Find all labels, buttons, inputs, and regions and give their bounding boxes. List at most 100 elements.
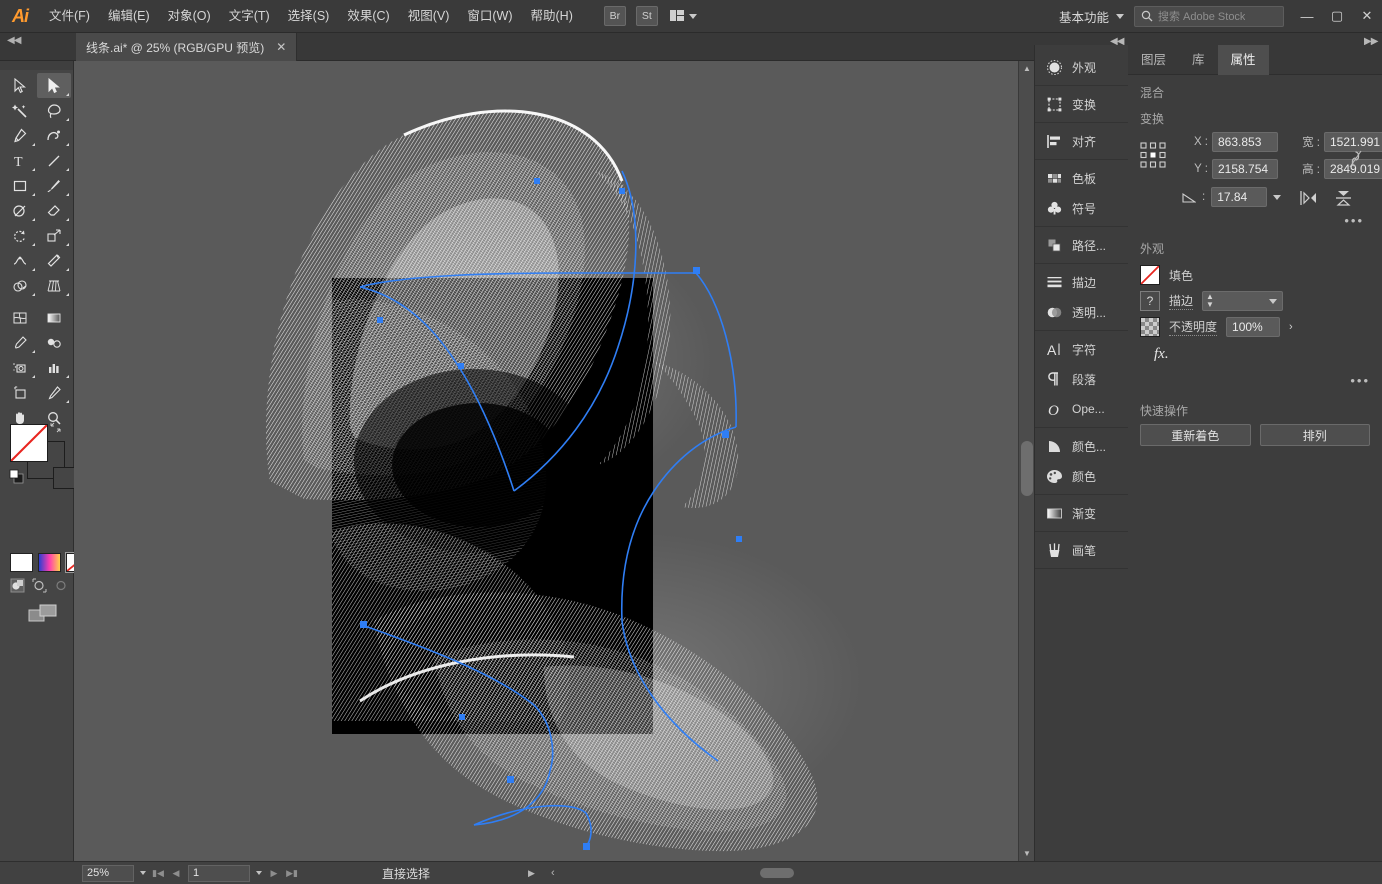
rectangle-tool[interactable] (3, 173, 37, 198)
stepper-icon[interactable]: ▲ ▼ (1203, 293, 1217, 309)
eraser-tool[interactable] (37, 198, 71, 223)
scroll-down-icon[interactable]: ▼ (1019, 846, 1035, 861)
status-play-icon[interactable]: ▶ (528, 868, 535, 879)
stroke-weight-group[interactable]: ▲ ▼ (1202, 291, 1284, 311)
dock-item-pathfinder[interactable]: 路径... (1035, 230, 1128, 260)
type-tool[interactable]: T (3, 148, 37, 173)
opacity-label[interactable]: 不透明度 (1169, 318, 1218, 336)
menu-help[interactable]: 帮助(H) (522, 0, 582, 33)
menu-edit[interactable]: 编辑(E) (99, 0, 159, 33)
scroll-up-icon[interactable]: ▲ (1019, 61, 1035, 76)
arrange-documents-button[interactable] (669, 10, 697, 22)
default-fill-stroke-icon[interactable] (9, 469, 25, 485)
shape-builder-tool[interactable] (3, 273, 37, 298)
dock-item-symbols[interactable]: 符号 (1035, 193, 1128, 223)
transform-more-options[interactable]: ••• (1344, 213, 1364, 228)
first-artboard-button[interactable]: ▮◀ (152, 868, 164, 879)
opacity-more-icon[interactable]: › (1289, 321, 1293, 333)
column-graph-tool[interactable] (37, 355, 71, 380)
menu-file[interactable]: 文件(F) (40, 0, 99, 33)
canvas-vertical-scrollbar[interactable]: ▲ ▼ (1018, 61, 1034, 861)
slice-tool[interactable] (37, 380, 71, 405)
arrange-button[interactable]: 排列 (1259, 424, 1370, 446)
blend-tool[interactable] (37, 330, 71, 355)
menu-select[interactable]: 选择(S) (279, 0, 339, 33)
menu-view[interactable]: 视图(V) (399, 0, 459, 33)
paintbrush-tool[interactable] (37, 173, 71, 198)
swap-fill-stroke-icon[interactable] (50, 422, 61, 433)
dock-item-appearance[interactable]: 外观 (1035, 52, 1128, 82)
gradient-swatch-button[interactable] (38, 553, 61, 572)
dock-item-transform[interactable]: 变换 (1035, 89, 1128, 119)
menu-effect[interactable]: 效果(C) (338, 0, 398, 33)
dock-item-color-guide[interactable]: 颜色... (1035, 431, 1128, 461)
gradient-tool[interactable] (37, 305, 71, 330)
appearance-more-options[interactable]: ••• (1350, 373, 1370, 388)
y-input[interactable]: 2158.754 (1212, 159, 1278, 179)
dock-item-character[interactable]: A 字符 (1035, 334, 1128, 364)
zoom-level-select[interactable]: 25% (82, 864, 134, 882)
reference-point-selector[interactable] (1140, 142, 1166, 168)
search-input[interactable]: 搜索 Adobe Stock (1134, 5, 1284, 27)
dock-item-stroke[interactable]: 描边 (1035, 267, 1128, 297)
status-prev-icon[interactable]: ‹ (551, 867, 555, 879)
left-panel-collapse-icon[interactable]: ◀◀ (7, 35, 21, 46)
maximize-button[interactable]: ▢ (1322, 0, 1352, 33)
chevron-down-icon[interactable] (1273, 194, 1282, 200)
line-segment-tool[interactable] (37, 148, 71, 173)
dock-item-color[interactable]: 颜色 (1035, 461, 1128, 491)
eyedropper-tool[interactable] (3, 330, 37, 355)
flip-vertical-icon[interactable] (1335, 190, 1352, 206)
opacity-input[interactable]: 100% (1226, 317, 1281, 337)
tab-libraries[interactable]: 库 (1179, 45, 1218, 75)
free-transform-tool[interactable] (37, 248, 71, 273)
draw-inside-icon[interactable] (54, 578, 69, 593)
scale-tool[interactable] (37, 223, 71, 248)
dock-item-transparency[interactable]: 透明... (1035, 297, 1128, 327)
dock-item-swatches[interactable]: 色板 (1035, 163, 1128, 193)
dock-item-paragraph[interactable]: 段落 (1035, 364, 1128, 394)
close-button[interactable]: ✕ (1352, 0, 1382, 33)
stock-button[interactable]: St (635, 6, 658, 26)
direct-selection-tool[interactable] (37, 73, 71, 98)
lasso-tool[interactable] (37, 98, 71, 123)
previous-artboard-button[interactable]: ◀ (170, 868, 182, 879)
angle-input[interactable]: 17.84 (1211, 187, 1268, 207)
menu-object[interactable]: 对象(O) (159, 0, 220, 33)
dock-item-opentype[interactable]: O Ope... (1035, 394, 1128, 424)
stroke-swatch[interactable]: ? (1140, 291, 1160, 311)
pen-tool[interactable] (3, 123, 37, 148)
recolor-button[interactable]: 重新着色 (1140, 424, 1251, 446)
dock-item-gradient[interactable]: 渐变 (1035, 498, 1128, 528)
artboard-number-select[interactable]: 1 (188, 864, 250, 882)
document-tab[interactable]: 线条.ai* @ 25% (RGB/GPU 预览) ✕ (76, 33, 298, 61)
tools-panel-drag-handle[interactable] (0, 61, 73, 70)
curvature-tool[interactable] (37, 123, 71, 148)
vertical-scroll-thumb[interactable] (1021, 441, 1033, 496)
chevron-down-icon[interactable] (256, 871, 262, 875)
fx-button[interactable]: fx. (1140, 340, 1370, 363)
minimize-button[interactable]: — (1292, 0, 1322, 33)
dock-item-align[interactable]: 对齐 (1035, 126, 1128, 156)
menu-window[interactable]: 窗口(W) (458, 0, 521, 33)
width-tool[interactable] (3, 248, 37, 273)
artwork-blend-line-art[interactable] (74, 61, 1034, 861)
artboard-tool[interactable] (3, 380, 37, 405)
next-artboard-button[interactable]: ▶ (268, 868, 280, 879)
constrain-proportions-icon[interactable] (1349, 149, 1362, 169)
shaper-tool[interactable] (3, 198, 37, 223)
tab-layers[interactable]: 图层 (1128, 45, 1179, 75)
magic-wand-tool[interactable] (3, 98, 37, 123)
color-swatch-button[interactable] (10, 553, 33, 572)
draw-behind-icon[interactable] (32, 578, 47, 593)
tab-properties[interactable]: 属性 (1217, 45, 1269, 75)
dock-item-brushes[interactable]: 画笔 (1035, 535, 1128, 565)
rotate-tool[interactable] (3, 223, 37, 248)
x-input[interactable]: 863.853 (1212, 132, 1278, 152)
stroke-label[interactable]: 描边 (1169, 292, 1194, 310)
workspace-switcher[interactable]: 基本功能 (1049, 7, 1134, 26)
document-canvas[interactable] (74, 61, 1034, 861)
mesh-tool[interactable] (3, 305, 37, 330)
flip-horizontal-icon[interactable] (1300, 190, 1317, 206)
selection-tool[interactable] (3, 73, 37, 98)
